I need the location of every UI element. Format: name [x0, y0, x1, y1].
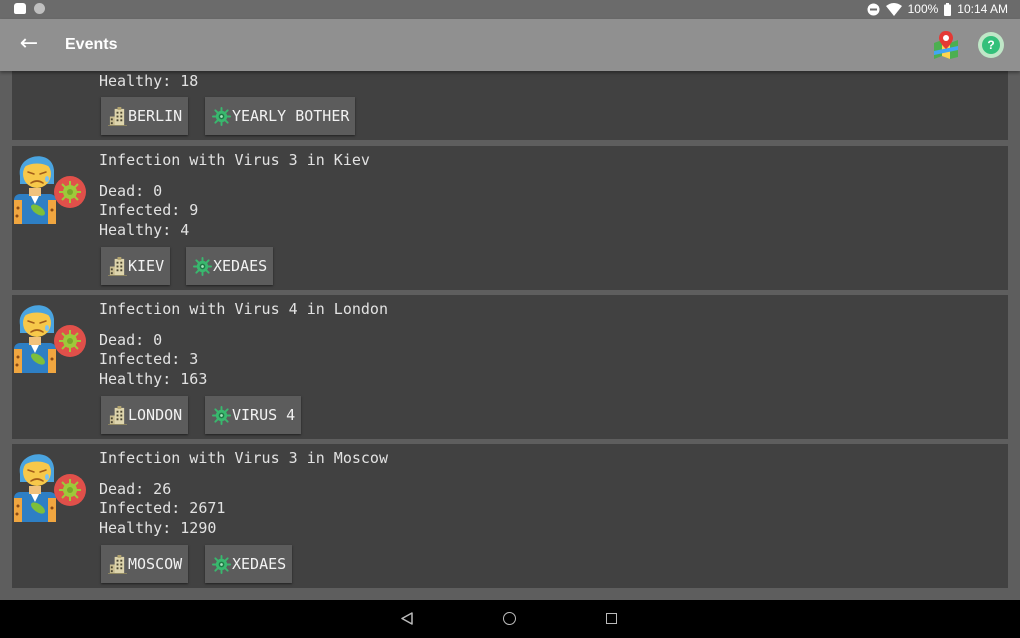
infected-count: Infected: 2671 — [99, 499, 226, 518]
infected-person-icon — [14, 150, 90, 224]
battery-icon — [944, 2, 952, 16]
city-chip[interactable]: BERLIN — [101, 97, 189, 135]
nav-back-icon[interactable] — [401, 612, 413, 625]
chip-label: XEDAES — [232, 555, 287, 573]
event-card[interactable]: Infection with Virus 3 in Kiev Dead: 0 I… — [12, 146, 1008, 290]
notification-icon — [14, 3, 26, 14]
help-icon[interactable]: ? — [978, 32, 1004, 58]
infected-person-icon — [14, 448, 90, 522]
chip-label: KIEV — [128, 257, 165, 275]
virus-icon — [212, 555, 231, 574]
healthy-count: Healthy: 163 — [99, 369, 208, 388]
event-stats: Dead: 0 Infected: 9 Healthy: 4 — [99, 182, 198, 240]
events-list[interactable]: Healthy: 18 BERLIN YEARLY BOTHER Infecti… — [0, 71, 1020, 600]
dead-count: Dead: 26 — [99, 480, 172, 498]
city-icon — [108, 107, 127, 126]
infected-person-icon — [14, 299, 90, 373]
dead-count: Dead: 0 — [99, 331, 163, 349]
city-icon — [108, 257, 127, 276]
city-icon — [108, 406, 127, 425]
clock: 10:14 AM — [957, 2, 1008, 16]
virus-icon — [193, 257, 212, 276]
map-pin-icon[interactable] — [932, 31, 960, 59]
event-card[interactable]: Healthy: 18 BERLIN YEARLY BOTHER — [12, 71, 1008, 140]
city-chip[interactable]: KIEV — [101, 247, 171, 285]
page-title: Events — [65, 36, 118, 53]
do-not-disturb-icon — [867, 3, 880, 15]
system-nav-bar — [0, 600, 1020, 638]
event-card[interactable]: Infection with Virus 4 in London Dead: 0… — [12, 295, 1008, 439]
virus-icon — [212, 406, 231, 425]
city-chip[interactable]: LONDON — [101, 396, 189, 434]
city-icon — [108, 555, 127, 574]
event-stats: Dead: 26 Infected: 2671 Healthy: 1290 — [99, 480, 225, 538]
healthy-count: Healthy: 4 — [99, 220, 190, 239]
battery-percent: 100% — [907, 2, 939, 16]
event-card[interactable]: Infection with Virus 3 in Moscow Dead: 2… — [12, 444, 1008, 588]
event-stats: Dead: 0 Infected: 3 Healthy: 163 — [99, 331, 207, 389]
nav-recents-icon[interactable] — [606, 613, 617, 624]
virus-chip[interactable]: XEDAES — [205, 545, 293, 583]
infected-count: Infected: 9 — [99, 201, 199, 220]
healthy-count: Healthy: 18 — [99, 72, 199, 90]
app-bar: ← Events ? — [0, 19, 1020, 71]
wifi-icon — [885, 2, 902, 16]
chip-label: YEARLY BOTHER — [232, 107, 350, 125]
chip-label: MOSCOW — [128, 555, 183, 573]
status-bar: 100% 10:14 AM — [0, 0, 1020, 19]
virus-chip[interactable]: YEARLY BOTHER — [205, 97, 356, 135]
chip-label: XEDAES — [213, 257, 268, 275]
virus-chip[interactable]: XEDAES — [186, 247, 274, 285]
event-title: Infection with Virus 4 in London — [99, 300, 388, 318]
status-dot-icon — [34, 3, 45, 14]
event-title: Infection with Virus 3 in Moscow — [99, 449, 388, 467]
dead-count: Dead: 0 — [99, 182, 163, 200]
virus-icon — [212, 107, 231, 126]
virus-chip[interactable]: VIRUS 4 — [205, 396, 302, 434]
nav-home-icon[interactable] — [503, 612, 516, 625]
chip-label: LONDON — [128, 406, 183, 424]
infected-count: Infected: 3 — [99, 350, 199, 369]
arrow-back-icon[interactable]: ← — [16, 31, 42, 57]
chip-label: BERLIN — [128, 107, 183, 125]
healthy-count: Healthy: 1290 — [99, 518, 217, 537]
city-chip[interactable]: MOSCOW — [101, 545, 189, 583]
event-title: Infection with Virus 3 in Kiev — [99, 151, 370, 169]
event-stats: Healthy: 18 — [99, 72, 198, 91]
chip-label: VIRUS 4 — [232, 406, 296, 424]
